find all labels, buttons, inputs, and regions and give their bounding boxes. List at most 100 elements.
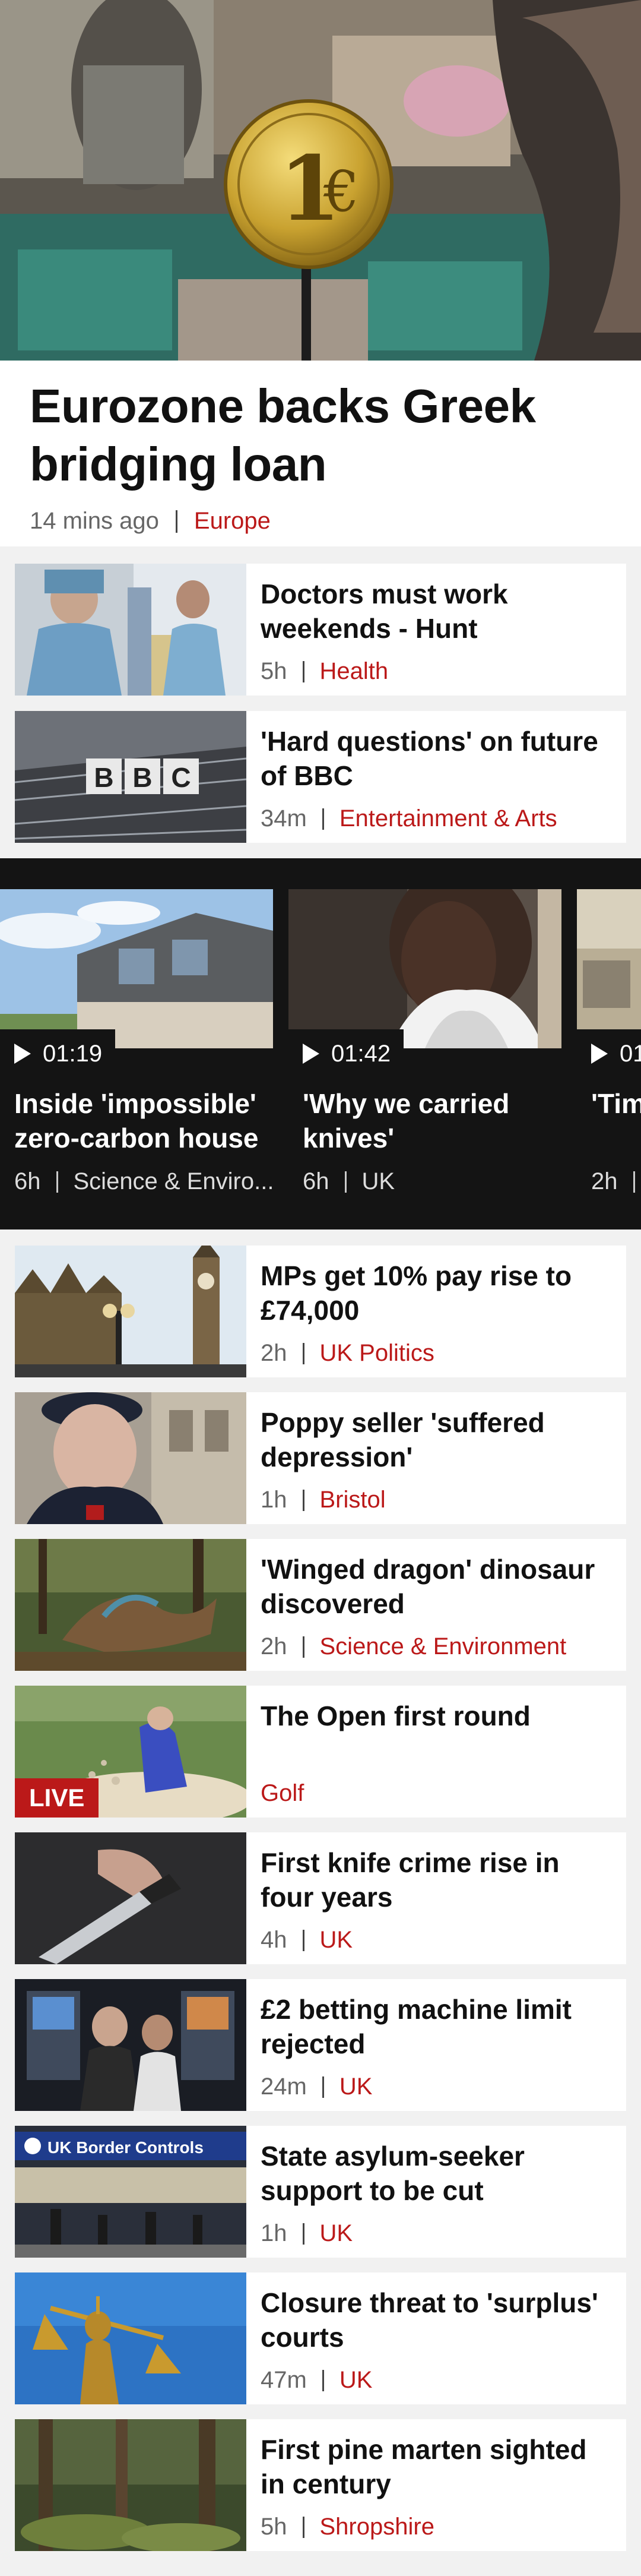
video-carousel[interactable]: 01:19 Inside 'impossible' zero-carbon ho…: [0, 858, 641, 1229]
video-title[interactable]: Inside 'impossible' zero-carbon house: [14, 1086, 269, 1155]
story-card[interactable]: LIVE The Open first round Golf: [15, 1686, 626, 1818]
story-section-link[interactable]: Golf: [261, 1780, 304, 1807]
story-card[interactable]: Closure threat to 'surplus' courts 47m U…: [15, 2272, 626, 2404]
video-thumbnail[interactable]: [0, 889, 273, 1048]
story-time: 4h: [261, 1927, 287, 1953]
story-time: 5h: [261, 658, 287, 684]
hero-title[interactable]: Eurozone backs Greek bridging loan: [30, 377, 611, 494]
story-card[interactable]: Poppy seller 'suffered depression' 1h Br…: [15, 1392, 626, 1524]
story-title[interactable]: Poppy seller 'suffered depression': [261, 1405, 612, 1474]
story-section-link[interactable]: Science & Environment: [320, 1633, 567, 1660]
story-meta: 5h Shropshire: [261, 2514, 434, 2540]
story-title[interactable]: MPs get 10% pay rise to £74,000: [261, 1259, 612, 1327]
meta-divider: [175, 510, 177, 533]
meta-divider: [302, 1636, 304, 1658]
story-section-link[interactable]: Bristol: [320, 1487, 386, 1513]
play-icon: [303, 1044, 319, 1064]
story-card[interactable]: £2 betting machine limit rejected 24m UK: [15, 1979, 626, 2111]
story-card[interactable]: First knife crime rise in four years 4h …: [15, 1832, 626, 1964]
story-meta: 34m Entertainment & Arts: [261, 805, 557, 832]
story-title[interactable]: Doctors must work weekends - Hunt: [261, 577, 612, 646]
story-title[interactable]: £2 betting machine limit rejected: [261, 1992, 612, 2061]
video-section-link[interactable]: Science & Enviro...: [74, 1168, 274, 1195]
hero-meta: 14 mins ago Europe: [30, 508, 611, 535]
video-meta: 2h: [591, 1168, 641, 1195]
video-card[interactable]: 01:42 'Why we carried knives' 6h UK: [288, 889, 561, 1201]
video-time: 6h: [14, 1168, 41, 1194]
video-time: 2h: [591, 1168, 618, 1194]
story-section-link[interactable]: Entertainment & Arts: [339, 805, 557, 832]
story-section-link[interactable]: UK: [339, 2074, 373, 2100]
story-title[interactable]: The Open first round: [261, 1699, 612, 1733]
meta-divider: [302, 660, 304, 682]
video-card[interactable]: 01 'Tim get 2h: [577, 889, 641, 1201]
story-thumbnail[interactable]: [15, 1246, 246, 1377]
story-thumbnail[interactable]: [15, 1392, 246, 1524]
story-time: 2h: [261, 1340, 287, 1366]
story-title[interactable]: Closure threat to 'surplus' courts: [261, 2286, 612, 2354]
story-section-link[interactable]: UK Politics: [320, 1340, 434, 1367]
video-thumbnail[interactable]: [577, 889, 641, 1048]
hero-image[interactable]: 1 €: [0, 0, 641, 361]
story-time: 1h: [261, 2220, 287, 2246]
svg-text:B: B: [132, 762, 152, 793]
story-card[interactable]: First pine marten sighted in century 5h …: [15, 2419, 626, 2551]
meta-divider: [302, 1342, 304, 1364]
story-thumbnail[interactable]: [15, 1832, 246, 1964]
svg-text:C: C: [171, 762, 191, 793]
story-thumbnail[interactable]: [15, 1979, 246, 2111]
story-thumbnail[interactable]: [15, 2419, 246, 2551]
story-section-link[interactable]: Health: [320, 658, 389, 685]
video-section-link[interactable]: UK: [362, 1168, 395, 1195]
story-thumbnail[interactable]: UK Border Controls: [15, 2126, 246, 2258]
story-card[interactable]: MPs get 10% pay rise to £74,000 2h UK Po…: [15, 1246, 626, 1377]
story-meta: 5h Health: [261, 658, 388, 685]
video-card[interactable]: 01:19 Inside 'impossible' zero-carbon ho…: [0, 889, 274, 1201]
story-thumbnail[interactable]: [15, 2272, 246, 2404]
video-thumbnail[interactable]: [288, 889, 561, 1048]
video-title[interactable]: 'Tim get: [591, 1086, 641, 1121]
meta-divider: [302, 2223, 304, 2245]
story-title[interactable]: First pine marten sighted in century: [261, 2432, 612, 2501]
svg-text:€: €: [323, 159, 359, 225]
story-meta: 2h UK Politics: [261, 1340, 434, 1367]
story-thumbnail[interactable]: [15, 1539, 246, 1671]
hero-story[interactable]: 1 € Eurozone backs Greek bridging loan 1…: [0, 0, 641, 546]
story-time: 47m: [261, 2367, 307, 2393]
story-meta: 47m UK: [261, 2367, 372, 2394]
meta-divider: [302, 1489, 304, 1511]
story-card[interactable]: UK Border Controls State asylum-seeker s…: [15, 2126, 626, 2258]
story-meta: 24m UK: [261, 2074, 372, 2100]
story-card[interactable]: 'Winged dragon' dinosaur discovered 2h S…: [15, 1539, 626, 1671]
story-title[interactable]: 'Winged dragon' dinosaur discovered: [261, 1552, 612, 1621]
hero-time: 14 mins ago: [30, 508, 159, 534]
hero-section-link[interactable]: Europe: [194, 508, 271, 535]
story-thumbnail[interactable]: [15, 564, 246, 696]
live-badge: LIVE: [15, 1778, 99, 1818]
story-thumbnail[interactable]: LIVE: [15, 1686, 246, 1818]
meta-divider: [56, 1171, 58, 1193]
story-meta: 4h UK: [261, 1927, 353, 1954]
story-title[interactable]: 'Hard questions' on future of BBC: [261, 724, 612, 793]
story-title[interactable]: First knife crime rise in four years: [261, 1845, 612, 1914]
story-title[interactable]: State asylum-seeker support to be cut: [261, 2139, 612, 2208]
story-time: 2h: [261, 1633, 287, 1660]
meta-divider: [322, 808, 324, 830]
meta-divider: [302, 2516, 304, 2538]
meta-divider: [344, 1171, 347, 1193]
story-thumbnail[interactable]: B B C: [15, 711, 246, 843]
story-card[interactable]: B B C 'Hard questions' on future of BBC …: [15, 711, 626, 843]
story-meta: Golf: [261, 1780, 304, 1807]
story-section-link[interactable]: UK: [339, 2367, 373, 2394]
story-meta: 1h Bristol: [261, 1487, 386, 1513]
video-meta: 6h UK: [303, 1168, 395, 1195]
video-title[interactable]: 'Why we carried knives': [303, 1086, 558, 1155]
story-card[interactable]: Doctors must work weekends - Hunt 5h Hea…: [15, 564, 626, 696]
meta-divider: [322, 2076, 324, 2098]
svg-text:B: B: [94, 762, 113, 793]
story-section-link[interactable]: UK: [320, 2220, 353, 2247]
story-section-link[interactable]: Shropshire: [320, 2514, 434, 2540]
video-meta: 6h Science & Enviro...: [14, 1168, 274, 1195]
video-duration: 01:19: [0, 1029, 116, 1078]
story-section-link[interactable]: UK: [320, 1927, 353, 1954]
